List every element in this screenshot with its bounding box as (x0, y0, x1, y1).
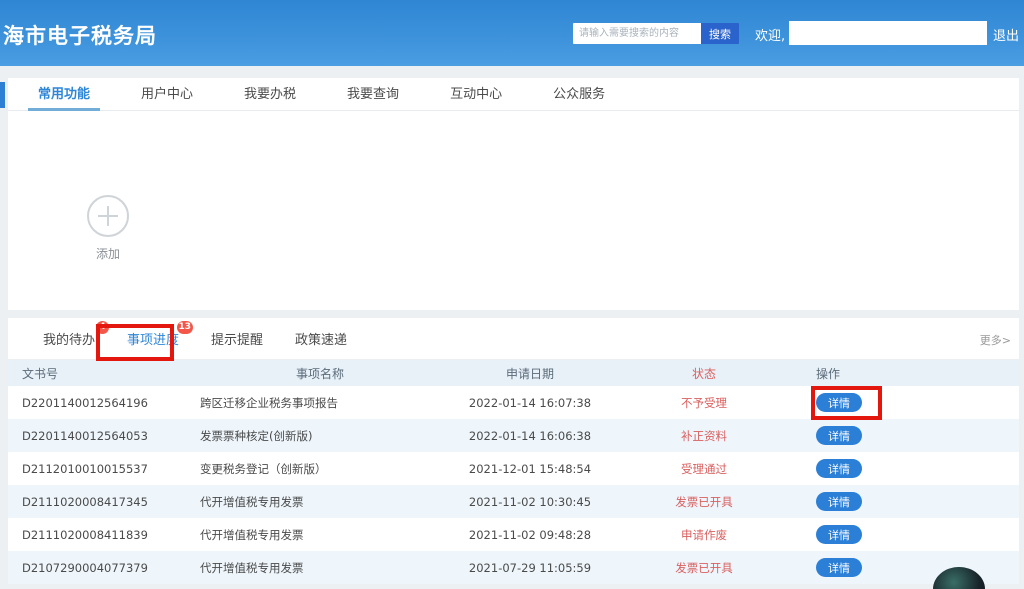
col-header-name: 事项名称 (190, 360, 440, 386)
detail-button[interactable]: 详情 (816, 393, 862, 412)
detail-button[interactable]: 详情 (816, 525, 862, 544)
doc-no-cell: D2111020008417345 (8, 485, 190, 518)
nav-tab[interactable]: 互动中心 (450, 78, 502, 111)
main-function-card: 常用功能 用户中心 我要办税 我要查询 互动中心 公众服务 添加 (8, 78, 1019, 310)
col-header-doc-no: 文书号 (8, 360, 190, 386)
nav-tab[interactable]: 用户中心 (141, 78, 193, 111)
status-label: 申请作废 (620, 518, 788, 551)
welcome-label: 欢迎, (755, 25, 785, 44)
nav-tab[interactable]: 我要办税 (244, 78, 296, 111)
apply-date-cell: 2022-01-14 16:06:38 (440, 419, 620, 452)
col-header-status: 状态 (620, 360, 788, 386)
detail-button[interactable]: 详情 (816, 459, 862, 478)
status-label: 补正资料 (620, 419, 788, 452)
tab-badge: 4 (96, 321, 109, 334)
apply-date-cell: 2021-12-01 15:48:54 (440, 452, 620, 485)
item-name-cell: 跨区迁移企业税务事项报告 (190, 386, 440, 419)
doc-no-cell: D2201140012564196 (8, 386, 190, 419)
plus-icon (87, 195, 129, 237)
task-panel-card: 我的待办4 事项进度13 提示提醒 政策速递 更多> 文书号 事项名称 申请日期 状态 … (8, 318, 1019, 583)
item-name-cell: 代开增值税专用发票 (190, 518, 440, 551)
table-row: D2201140012564196 跨区迁移企业税务事项报告 2022-01-1… (8, 386, 1019, 419)
table-row: D2112010010015537 变更税务登记（创新版） 2021-12-01… (8, 452, 1019, 485)
doc-no-cell: D2111020008411839 (8, 518, 190, 551)
logout-button[interactable]: 退出 (993, 25, 1019, 44)
apply-date-cell: 2021-11-02 10:30:45 (440, 485, 620, 518)
action-cell: 详情 (788, 485, 1019, 518)
apply-date-cell: 2021-11-02 09:48:28 (440, 518, 620, 551)
doc-no-cell: D2201140012564053 (8, 419, 190, 452)
item-name-cell: 发票票种核定(创新版) (190, 419, 440, 452)
panel-tab[interactable]: 事项进度13 (127, 329, 179, 348)
username-field[interactable] (789, 21, 987, 45)
add-label: 添加 (80, 245, 136, 262)
nav-tab[interactable]: 公众服务 (553, 78, 605, 111)
item-name-cell: 变更税务登记（创新版） (190, 452, 440, 485)
table-row: D2201140012564053 发票票种核定(创新版) 2022-01-14… (8, 419, 1019, 452)
table-row: D2111020008417345 代开增值税专用发票 2021-11-02 1… (8, 485, 1019, 518)
apply-date-cell: 2022-01-14 16:07:38 (440, 386, 620, 419)
panel-tab[interactable]: 提示提醒 (211, 329, 263, 348)
detail-button[interactable]: 详情 (816, 492, 862, 511)
col-header-date: 申请日期 (440, 360, 620, 386)
col-header-action: 操作 (788, 360, 1019, 386)
more-link[interactable]: 更多> (980, 332, 1011, 348)
add-shortcut-button[interactable]: 添加 (80, 195, 136, 262)
progress-table: 文书号 事项名称 申请日期 状态 操作 D2201140012564196 跨区… (8, 360, 1019, 584)
action-cell: 详情 (788, 419, 1019, 452)
item-name-cell: 代开增值税专用发票 (190, 485, 440, 518)
nav-tabs: 常用功能 用户中心 我要办税 我要查询 互动中心 公众服务 (8, 78, 1019, 111)
progress-table-body: D2201140012564196 跨区迁移企业税务事项报告 2022-01-1… (8, 386, 1019, 584)
left-edge-strip (0, 82, 5, 108)
search-button[interactable]: 搜索 (701, 23, 739, 44)
panel-tab[interactable]: 政策速递 (295, 329, 347, 348)
doc-no-cell: D2112010010015537 (8, 452, 190, 485)
item-name-cell: 代开增值税专用发票 (190, 551, 440, 584)
nav-tab[interactable]: 我要查询 (347, 78, 399, 111)
status-label: 发票已开具 (620, 551, 788, 584)
progress-table-header: 文书号 事项名称 申请日期 状态 操作 (8, 360, 1019, 386)
table-row: D2111020008411839 代开增值税专用发票 2021-11-02 0… (8, 518, 1019, 551)
search-input[interactable] (573, 23, 701, 44)
tab-badge: 13 (177, 321, 194, 334)
nav-tab[interactable]: 常用功能 (38, 78, 90, 111)
table-row: D2107290004077379 代开增值税专用发票 2021-07-29 1… (8, 551, 1019, 584)
panel-tab[interactable]: 我的待办4 (43, 329, 95, 348)
action-cell: 详情 (788, 386, 1019, 419)
detail-button[interactable]: 详情 (816, 426, 862, 445)
panel-tabs: 我的待办4 事项进度13 提示提醒 政策速递 更多> (8, 318, 1019, 360)
status-label: 不予受理 (620, 386, 788, 419)
top-header: 海市电子税务局 搜索 欢迎, 退出 (0, 0, 1024, 66)
site-title: 海市电子税务局 (3, 20, 157, 50)
detail-button[interactable]: 详情 (816, 558, 862, 577)
doc-no-cell: D2107290004077379 (8, 551, 190, 584)
action-cell: 详情 (788, 452, 1019, 485)
header-search-group: 搜索 (573, 23, 739, 44)
status-label: 发票已开具 (620, 485, 788, 518)
status-label: 受理通过 (620, 452, 788, 485)
action-cell: 详情 (788, 551, 1019, 584)
apply-date-cell: 2021-07-29 11:05:59 (440, 551, 620, 584)
action-cell: 详情 (788, 518, 1019, 551)
